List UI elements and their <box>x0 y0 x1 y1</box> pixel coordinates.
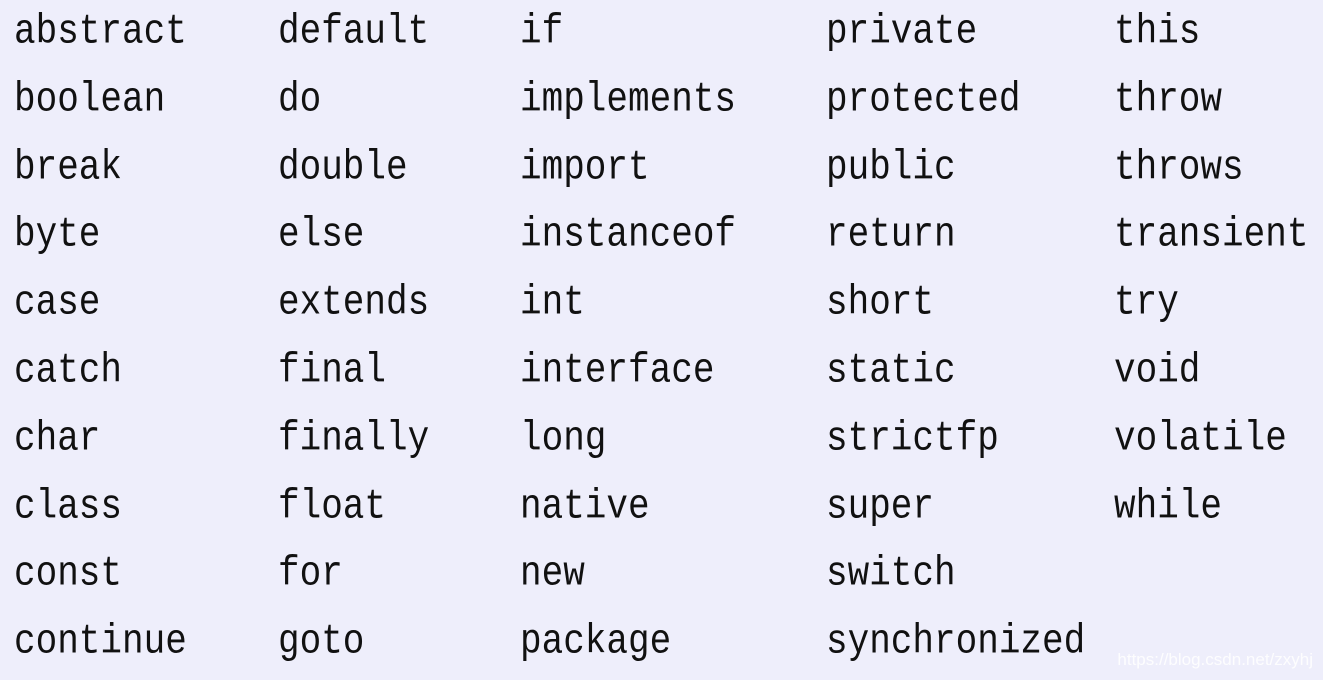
keyword-cell: byte <box>14 211 101 259</box>
keyword-cell: volatile <box>1114 414 1287 462</box>
keyword-cell: class <box>14 482 123 530</box>
keyword-cell: case <box>14 279 101 327</box>
keyword-cell: static <box>826 346 956 394</box>
keyword-cell: do <box>278 75 322 123</box>
keyword-table: abstract boolean break byte case catch char cla… <box>0 0 1323 680</box>
keyword-cell: default <box>278 7 430 56</box>
keyword-cell: void <box>1114 346 1201 394</box>
keyword-cell: throw <box>1114 75 1223 123</box>
keyword-cell: import <box>520 143 650 191</box>
keyword-cell: double <box>278 143 408 191</box>
keyword-cell: native <box>520 482 650 530</box>
keyword-cell: new <box>520 550 585 598</box>
keyword-cell: super <box>826 482 935 530</box>
keyword-cell: extends <box>278 279 430 327</box>
keyword-cell: int <box>520 279 585 327</box>
keyword-cell: float <box>278 482 387 530</box>
keyword-cell: package <box>520 618 672 666</box>
keyword-cell: else <box>278 211 365 259</box>
keyword-cell: continue <box>14 618 187 666</box>
keyword-cell: if <box>520 7 564 56</box>
keyword-cell: transient <box>1114 211 1309 259</box>
keyword-cell: abstract <box>14 7 187 56</box>
keyword-cell: boolean <box>14 75 166 123</box>
keyword-cell: long <box>520 414 607 462</box>
keyword-cell: const <box>14 550 123 598</box>
keyword-cell: strictfp <box>826 414 999 462</box>
keyword-cell: private <box>826 7 978 56</box>
keyword-cell: try <box>1114 279 1179 327</box>
keyword-cell: while <box>1114 482 1223 530</box>
keyword-cell: throws <box>1114 143 1244 191</box>
keyword-cell: catch <box>14 346 123 394</box>
keyword-cell: protected <box>826 75 1021 123</box>
keyword-cell: implements <box>520 75 737 123</box>
keyword-cell: finally <box>278 414 430 462</box>
keyword-cell: break <box>14 143 123 191</box>
keyword-cell: goto <box>278 618 365 666</box>
keyword-cell: char <box>14 414 101 462</box>
keyword-cell: short <box>826 279 935 327</box>
keyword-cell: instanceof <box>520 211 737 259</box>
watermark: https://blog.csdn.net/zxyhj <box>1117 650 1313 669</box>
keyword-cell: for <box>278 550 343 598</box>
keyword-cell: interface <box>520 346 715 394</box>
keyword-cell: this <box>1114 7 1201 56</box>
keyword-cell: public <box>826 143 956 191</box>
keyword-cell: final <box>278 346 387 394</box>
keyword-cell: switch <box>826 550 956 598</box>
keyword-cell: synchronized <box>826 618 1086 666</box>
keyword-cell: return <box>826 211 956 259</box>
